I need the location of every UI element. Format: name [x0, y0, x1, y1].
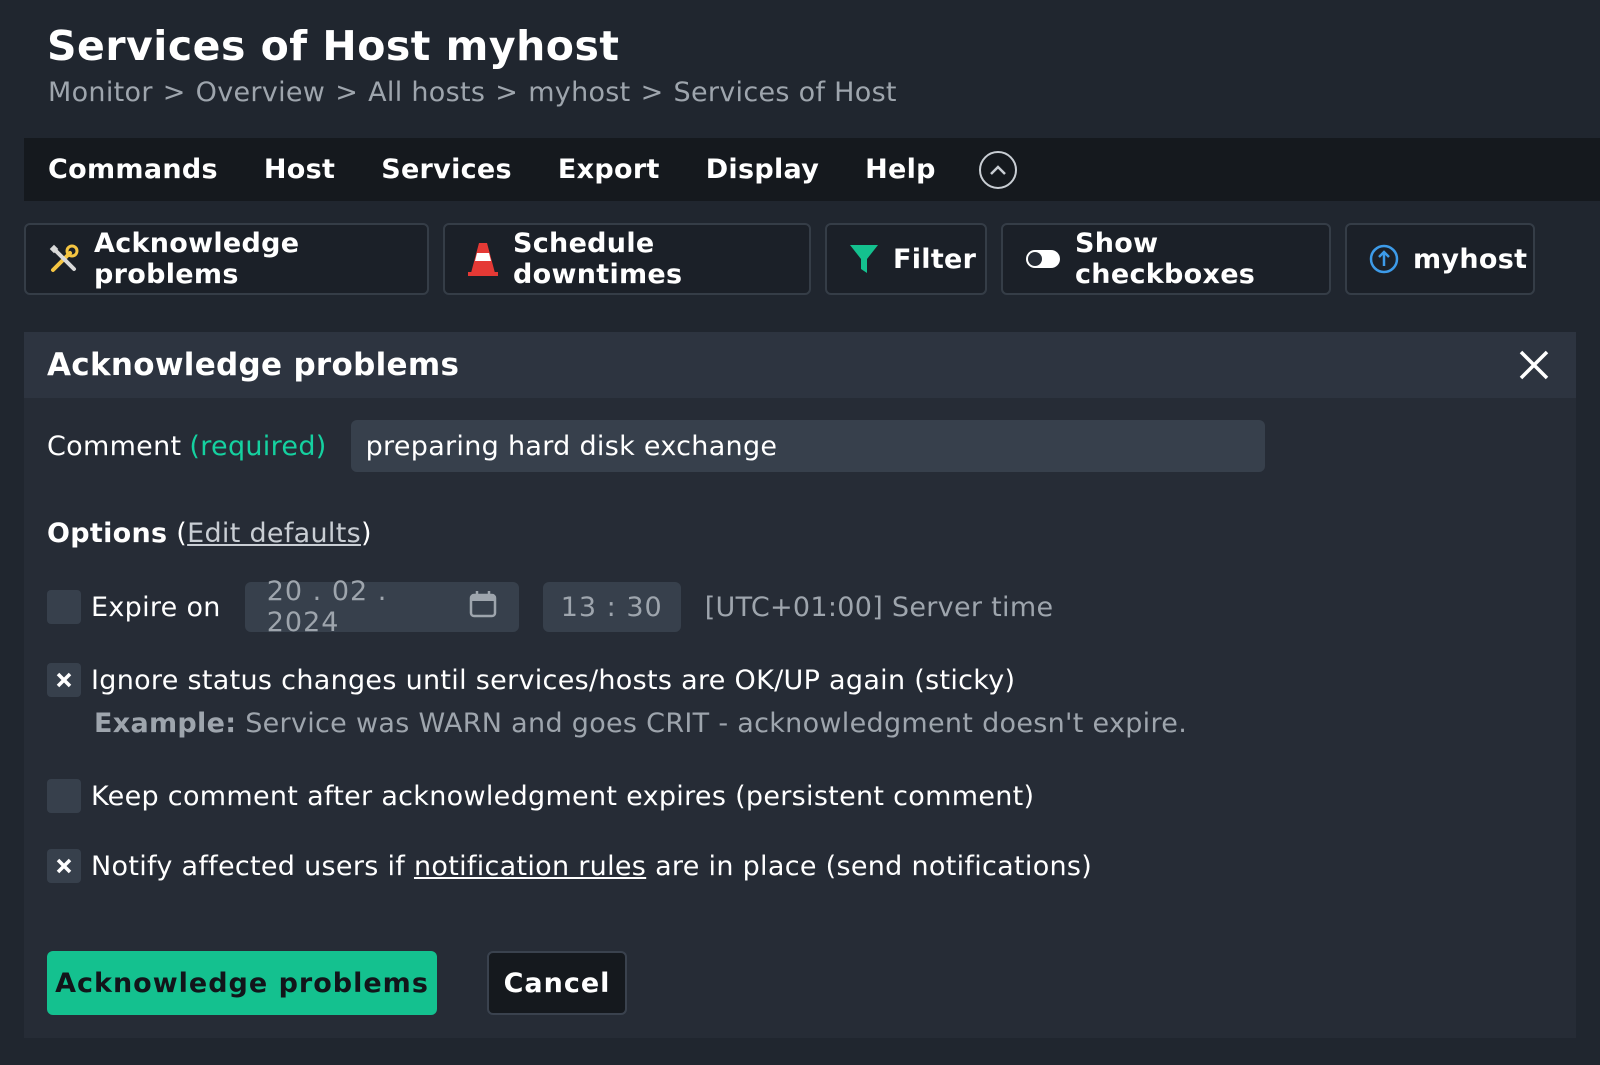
wrench-screwdriver-icon [48, 243, 80, 275]
acknowledge-panel: Acknowledge problems Comment (required) … [24, 332, 1576, 1038]
expire-time-minute: 30 [626, 591, 663, 623]
expire-time-field[interactable]: 13 : 30 [542, 582, 681, 632]
comment-label: Comment [47, 430, 182, 462]
breadcrumb-myhost[interactable]: myhost [528, 77, 630, 108]
menu-help[interactable]: Help [842, 154, 959, 185]
options-label: Options [47, 518, 168, 549]
edit-defaults-link[interactable]: Edit defaults [187, 518, 361, 549]
panel-title: Acknowledge problems [47, 347, 460, 383]
expire-label: Expire on [91, 591, 221, 623]
sticky-checkbox[interactable] [47, 663, 81, 697]
close-icon[interactable] [1514, 345, 1554, 385]
acknowledge-problems-button[interactable]: Acknowledge problems [24, 223, 429, 295]
expire-date-day: 20 [266, 576, 304, 607]
funnel-icon [849, 243, 879, 275]
breadcrumb-monitor[interactable]: Monitor [48, 77, 153, 108]
schedule-downtimes-label: Schedule downtimes [513, 228, 683, 290]
traffic-cone-icon [467, 241, 499, 277]
breadcrumb-services-of-host: Services of Host [673, 77, 897, 108]
comment-required-label: (required) [189, 430, 327, 462]
menu-export[interactable]: Export [535, 154, 683, 185]
timezone-label: [UTC+01:00] Server time [704, 591, 1054, 623]
notify-label-before: Notify affected users if [91, 850, 406, 882]
options-heading: Options (Edit defaults) [47, 518, 372, 549]
page-title: Services of Host myhost [47, 22, 620, 70]
sticky-option: Ignore status changes until services/hos… [47, 663, 1015, 697]
cancel-button[interactable]: Cancel [487, 951, 627, 1015]
schedule-downtimes-button[interactable]: Schedule downtimes [443, 223, 811, 295]
persistent-checkbox[interactable] [47, 779, 81, 813]
expire-date-month: 02 [331, 576, 369, 607]
notify-checkbox[interactable] [47, 849, 81, 883]
menu-services[interactable]: Services [358, 154, 535, 185]
toolbar: Acknowledge problems Schedule downtimes … [24, 223, 1535, 295]
calendar-icon[interactable] [469, 590, 497, 625]
example-text: Service was WARN and goes CRIT - acknowl… [245, 708, 1188, 739]
expire-checkbox[interactable] [47, 590, 81, 624]
menu-commands[interactable]: Commands [24, 154, 241, 185]
notify-option: Notify affected users if notification ru… [47, 849, 1092, 883]
menu-host[interactable]: Host [241, 154, 358, 185]
breadcrumb-separator: > [335, 77, 359, 108]
menu-bar: Commands Host Services Export Display He… [24, 138, 1600, 201]
breadcrumb-separator: > [162, 77, 186, 108]
host-myhost-label: myhost [1413, 243, 1528, 275]
expire-option: Expire on 20 . 02 . 2024 13 : 30 [UTC+01… [47, 576, 1054, 638]
comment-input-value: preparing hard disk exchange [365, 430, 778, 462]
options-paren-open: ( [176, 518, 188, 549]
breadcrumb-overview[interactable]: Overview [196, 77, 326, 108]
submit-acknowledge-button[interactable]: Acknowledge problems [47, 951, 437, 1015]
acknowledge-problems-label: Acknowledge problems [94, 228, 300, 290]
expire-time-hour: 13 [560, 591, 598, 623]
filter-label: Filter [893, 243, 977, 275]
breadcrumb-all-hosts[interactable]: All hosts [368, 77, 485, 108]
show-checkboxes-label: Show checkboxes [1075, 228, 1256, 290]
breadcrumb: Monitor > Overview > All hosts > myhost … [48, 77, 897, 108]
arrow-up-circle-icon [1369, 244, 1399, 274]
expire-date-field[interactable]: 20 . 02 . 2024 [244, 576, 519, 638]
example-prefix: Example: [94, 708, 237, 739]
persistent-label: Keep comment after acknowledgment expire… [91, 780, 1035, 812]
chevron-up-circle-icon[interactable] [978, 150, 1017, 189]
persistent-option: Keep comment after acknowledgment expire… [47, 779, 1034, 813]
notify-label-after: are in place (send notifications) [655, 850, 1093, 882]
sticky-example: Example: Service was WARN and goes CRIT … [94, 708, 1187, 739]
expire-date-year: 2024 [266, 607, 340, 638]
notification-rules-link[interactable]: notification rules [414, 851, 646, 882]
comment-input[interactable]: preparing hard disk exchange [350, 420, 1265, 472]
sticky-label: Ignore status changes until services/hos… [91, 664, 1016, 696]
options-paren-close: ) [360, 518, 372, 549]
notify-label: Notify affected users if notification ru… [91, 851, 1092, 882]
comment-row: Comment (required) preparing hard disk e… [47, 420, 1265, 472]
host-myhost-button[interactable]: myhost [1345, 223, 1535, 295]
menu-display[interactable]: Display [683, 154, 842, 185]
panel-header: Acknowledge problems [24, 332, 1576, 398]
breadcrumb-separator: > [495, 77, 519, 108]
show-checkboxes-button[interactable]: Show checkboxes [1001, 223, 1331, 295]
breadcrumb-separator: > [640, 77, 664, 108]
checkbox-x-icon [56, 858, 72, 874]
filter-button[interactable]: Filter [825, 223, 987, 295]
toggle-off-icon [1025, 249, 1061, 269]
checkbox-x-icon [56, 672, 72, 688]
expire-date-value: 20 . 02 . 2024 [266, 576, 388, 638]
